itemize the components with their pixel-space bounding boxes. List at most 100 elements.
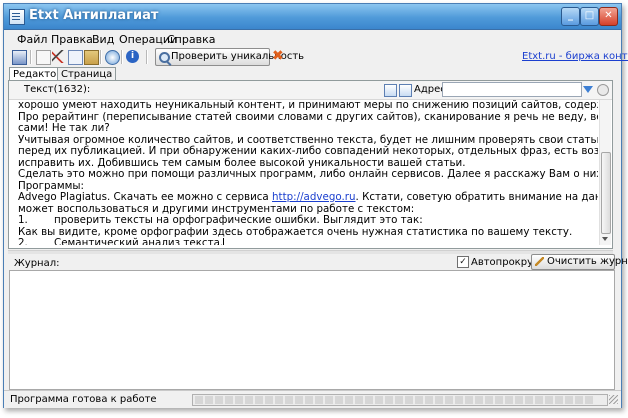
progress-segment [225,396,233,404]
scrollbar-thumb[interactable] [601,152,611,234]
progress-segment [385,396,393,404]
broom-icon [535,257,544,266]
journal-label: Журнал: [14,258,60,269]
text-editor[interactable]: хорошо умеют находить неуникальный конте… [18,100,598,245]
progress-segment [265,396,273,404]
dropdown-arrow-icon[interactable] [583,86,593,93]
scroll-down-icon[interactable] [602,237,608,241]
text-segment: Advego Plagiatus. Скачать ее можно с сер… [18,191,273,203]
menu-help[interactable]: Справка [167,33,215,46]
progress-segment [315,396,323,404]
progress-segment [205,396,213,404]
progress-segment [465,396,473,404]
progress-segment [505,396,513,404]
autoscroll-checkbox[interactable]: ✓ [457,256,469,268]
new-document-icon[interactable] [36,50,51,65]
journal-log[interactable] [9,270,615,390]
progress-segment [455,396,463,404]
editor-panel: Текст(1632): Адрес: хорошо умеют находит… [8,80,613,249]
progress-segment [235,396,243,404]
progress-segment [485,396,493,404]
menu-bar: Файл Правка Вид Операции Справка [4,30,621,48]
menu-edit[interactable]: Правка [51,33,93,46]
close-button[interactable]: ✕ [599,7,618,26]
app-icon [9,9,25,25]
text-segment: . Кстати, советую обратить внимание на д… [355,191,598,203]
progress-segment [325,396,333,404]
progress-segment [365,396,373,404]
app-window: Etxt Антиплагиат _ □ ✕ Файл Правка Вид О… [3,3,628,408]
progress-segment [585,396,593,404]
editor-header: Текст(1632): Адрес: [9,81,612,100]
minimize-button[interactable]: _ [561,7,580,26]
maximize-button[interactable]: □ [580,7,599,26]
toolbar: i Проверить уникальность ✖ Etxt.ru - бир… [4,48,628,66]
progress-segment [525,396,533,404]
progress-segment [535,396,543,404]
text-line: Сделать это можно при помощи различных п… [18,168,598,180]
progress-segment [395,396,403,404]
progress-segment [355,396,363,404]
progress-segment [245,396,253,404]
copy-icon[interactable] [68,50,83,65]
progress-segment [195,396,203,404]
progress-segment [545,396,553,404]
progress-segment [565,396,573,404]
progress-segment [405,396,413,404]
progress-segment [495,396,503,404]
text-count-label: Текст(1632): [24,84,91,95]
editor-scrollbar[interactable] [599,100,611,245]
clear-journal-button[interactable]: Очистить журнал [531,254,628,270]
progress-segment [415,396,423,404]
toolbar-separator [30,50,32,64]
text-line: 1. проверить тексты на орфографические о… [18,214,423,226]
status-bar: Программа готова к работе [4,390,621,408]
settings-icon[interactable] [105,50,120,65]
advego-link[interactable]: http://advego.ru [272,191,356,203]
stop-icon[interactable]: ✖ [272,48,284,64]
window-title: Etxt Антиплагиат [29,8,159,23]
tab-page[interactable]: Страница [57,67,117,81]
text-line: сами! Не так ли? [18,122,110,134]
progress-segment [375,396,383,404]
progress-segment [555,396,563,404]
paste-icon[interactable] [84,50,99,65]
progress-segment [275,396,283,404]
progress-segment [445,396,453,404]
view-text-icon[interactable] [384,84,397,97]
toolbar-separator [100,50,102,64]
text-line: 2. Семантический анализ текста. [18,237,598,245]
toolbar-separator [146,50,148,64]
resize-grip[interactable] [609,395,618,404]
text-line: хорошо умеют находить неуникальный конте… [18,100,598,111]
etxt-link[interactable]: Etxt.ru - биржа контента [522,51,628,62]
magnifier-icon [159,52,170,63]
cut-icon[interactable] [52,50,65,63]
mail-icon[interactable] [12,50,27,65]
address-input[interactable] [442,82,582,97]
text-segment: 2. Семантический анализ текста. [18,237,224,245]
title-bar[interactable]: Etxt Антиплагиат _ □ ✕ [4,4,621,30]
progress-segment [435,396,443,404]
progress-bar [192,394,608,406]
progress-segment [345,396,353,404]
stop-load-icon[interactable] [597,84,609,96]
check-uniqueness-label: Проверить уникальность [171,51,305,62]
view-html-icon[interactable] [399,84,412,97]
menu-view[interactable]: Вид [92,33,114,46]
progress-segment [285,396,293,404]
progress-segment [425,396,433,404]
progress-segment [475,396,483,404]
text-caret [223,238,225,245]
check-uniqueness-button[interactable]: Проверить уникальность [155,48,304,66]
progress-segment [295,396,303,404]
status-text: Программа готова к работе [10,394,157,405]
info-icon[interactable]: i [126,50,139,63]
text-line: Advego Plagiatus. Скачать ее можно с сер… [18,191,598,204]
panel-splitter[interactable] [8,250,613,254]
text-line: перед их публикацией. И при обнаружении … [18,145,598,157]
progress-segment [335,396,343,404]
progress-segment [305,396,313,404]
progress-segment [515,396,523,404]
menu-file[interactable]: Файл [17,33,47,46]
